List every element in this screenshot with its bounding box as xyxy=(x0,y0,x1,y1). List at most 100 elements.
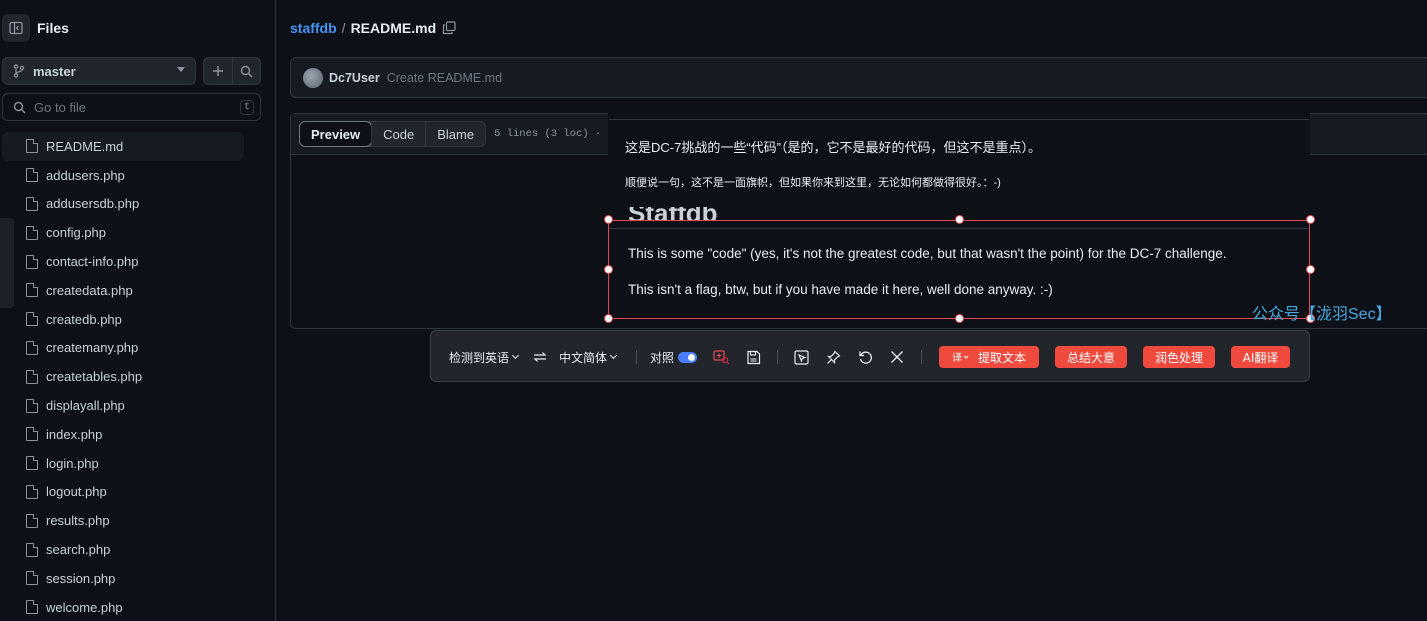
file-icon xyxy=(26,456,38,471)
file-name: createdata.php xyxy=(46,282,133,298)
breadcrumb-file: README.md xyxy=(350,20,437,36)
file-tree-sidebar: Files master t README.md addusers.php addu… xyxy=(0,0,276,621)
resize-handle-top[interactable] xyxy=(955,215,964,224)
file-icon xyxy=(26,398,38,413)
ai-translate-button[interactable]: AI翻译 xyxy=(1231,346,1290,368)
compare-toggle[interactable]: 对照 xyxy=(650,331,698,383)
toggle-switch[interactable] xyxy=(678,351,698,363)
file-item[interactable]: results.php xyxy=(2,506,244,535)
swap-arrows-icon xyxy=(533,352,547,362)
file-item[interactable]: addusersdb.php xyxy=(2,190,244,219)
commit-message[interactable]: Create README.md xyxy=(387,71,502,85)
resize-handle-top-left[interactable] xyxy=(604,215,613,224)
file-item[interactable]: addusers.php xyxy=(2,161,244,190)
cursor-select-icon xyxy=(794,349,809,365)
sidebar-panel-icon xyxy=(9,21,23,35)
target-language-select[interactable]: 中文简体 xyxy=(559,331,618,383)
chevron-down-icon xyxy=(511,351,520,360)
collapse-sidebar-button[interactable] xyxy=(2,14,30,42)
resize-handle-left[interactable] xyxy=(604,265,613,274)
git-branch-icon xyxy=(13,64,25,78)
file-name: session.php xyxy=(46,570,116,586)
file-icon xyxy=(26,139,38,154)
file-item[interactable]: index.php xyxy=(2,420,244,449)
file-item[interactable]: search.php xyxy=(2,535,244,564)
target-language-label: 中文简体 xyxy=(559,350,608,365)
go-to-file-input[interactable] xyxy=(34,99,224,115)
plus-icon xyxy=(212,66,223,76)
svg-text:译: 译 xyxy=(952,352,962,363)
file-list: README.md addusers.php addusersdb.php confi… xyxy=(0,132,276,621)
file-icon xyxy=(26,369,38,384)
file-item[interactable]: displayall.php xyxy=(2,391,244,420)
search-icon xyxy=(240,65,253,77)
file-name: index.php xyxy=(46,426,103,442)
tab-code[interactable]: Code xyxy=(371,122,425,146)
file-item[interactable]: config.php xyxy=(2,218,244,247)
file-item[interactable]: README.md xyxy=(2,132,244,161)
resize-handle-right[interactable] xyxy=(1306,265,1315,274)
source-language-select[interactable]: 检测到英语 xyxy=(449,331,520,383)
tab-blame[interactable]: Blame xyxy=(425,122,485,146)
summary-button[interactable]: 总结大意 xyxy=(1055,346,1127,368)
file-icon xyxy=(26,283,38,298)
file-item[interactable]: createdb.php xyxy=(2,305,244,334)
file-item[interactable]: login.php xyxy=(2,449,244,478)
file-item[interactable]: createdata.php xyxy=(2,276,244,305)
save-icon xyxy=(747,350,761,364)
file-icon xyxy=(26,600,38,615)
search-files-button[interactable] xyxy=(233,58,261,84)
file-item[interactable]: createtables.php xyxy=(2,362,244,391)
chevron-down-icon xyxy=(609,351,618,360)
latest-commit-bar: Dc7User Create README.md xyxy=(290,57,1427,98)
extract-text-button[interactable]: 译 提取文本 xyxy=(939,346,1039,368)
refresh-button[interactable] xyxy=(858,331,873,383)
pin-icon xyxy=(827,349,841,364)
capture-selection-region[interactable]: This is some "code" (yes, it's not the g… xyxy=(608,220,1310,319)
divider xyxy=(609,119,1309,120)
selected-text-line-2: This isn't a flag, btw, but if you have … xyxy=(628,282,1053,297)
pin-button[interactable] xyxy=(826,331,841,383)
branch-selector[interactable]: master xyxy=(2,57,196,85)
shortcut-hint: t xyxy=(240,100,254,115)
breadcrumb: staffdb / README.md xyxy=(290,20,456,36)
tab-preview[interactable]: Preview xyxy=(299,121,373,147)
file-item[interactable]: contact-info.php xyxy=(2,247,244,276)
file-icon xyxy=(26,312,38,327)
resize-handle-bottom-left[interactable] xyxy=(604,314,613,323)
side-drawer-tab[interactable] xyxy=(0,218,14,308)
app-window: Files master t README.md addusers.php addu… xyxy=(0,0,1427,621)
resize-handle-top-right[interactable] xyxy=(1306,215,1315,224)
swap-languages-button[interactable] xyxy=(533,331,547,383)
translated-line-1: 这是DC-7挑战的一些“代码”（是的，它不是最好的代码，但这不是重点）。 xyxy=(625,140,1041,155)
file-item[interactable]: session.php xyxy=(2,564,244,593)
close-button[interactable] xyxy=(890,331,904,383)
copy-path-button[interactable] xyxy=(442,21,456,35)
copy-icon xyxy=(443,21,456,35)
save-button[interactable] xyxy=(746,331,761,383)
reselect-area-button[interactable] xyxy=(794,331,809,383)
translated-line-2: 顺便说一句，这不是一面旗帜，但如果你来到这里，无论如何都做得很好。：-) xyxy=(625,177,1001,189)
compare-label: 对照 xyxy=(650,350,675,365)
branch-name: master xyxy=(33,63,76,79)
file-icon xyxy=(26,513,38,528)
add-file-button[interactable] xyxy=(204,58,233,84)
breadcrumb-repo-link[interactable]: staffdb xyxy=(290,20,337,36)
file-item[interactable]: createmany.php xyxy=(2,334,244,363)
commit-author[interactable]: Dc7User xyxy=(329,71,380,85)
extract-text-label: 提取文本 xyxy=(977,350,1026,365)
close-icon xyxy=(891,351,903,363)
polish-button[interactable]: 润色处理 xyxy=(1143,346,1215,368)
sidebar-title: Files xyxy=(37,20,69,36)
screenshot-translate-toolbar: 检测到英语 中文简体 对照 译 提取文本 总结大意 润色处理 AI翻译 xyxy=(430,330,1310,382)
file-name: createmany.php xyxy=(46,340,139,356)
file-icon xyxy=(26,168,38,183)
avatar[interactable] xyxy=(303,67,323,88)
resize-handle-bottom[interactable] xyxy=(955,314,964,323)
ocr-button[interactable] xyxy=(713,331,730,383)
chevron-down-icon xyxy=(177,67,185,72)
file-item[interactable]: logout.php xyxy=(2,478,244,507)
breadcrumb-separator: / xyxy=(341,20,346,36)
file-item[interactable]: welcome.php xyxy=(2,593,244,621)
watermark-text: 公众号【泷羽Sec】 xyxy=(1252,306,1392,323)
